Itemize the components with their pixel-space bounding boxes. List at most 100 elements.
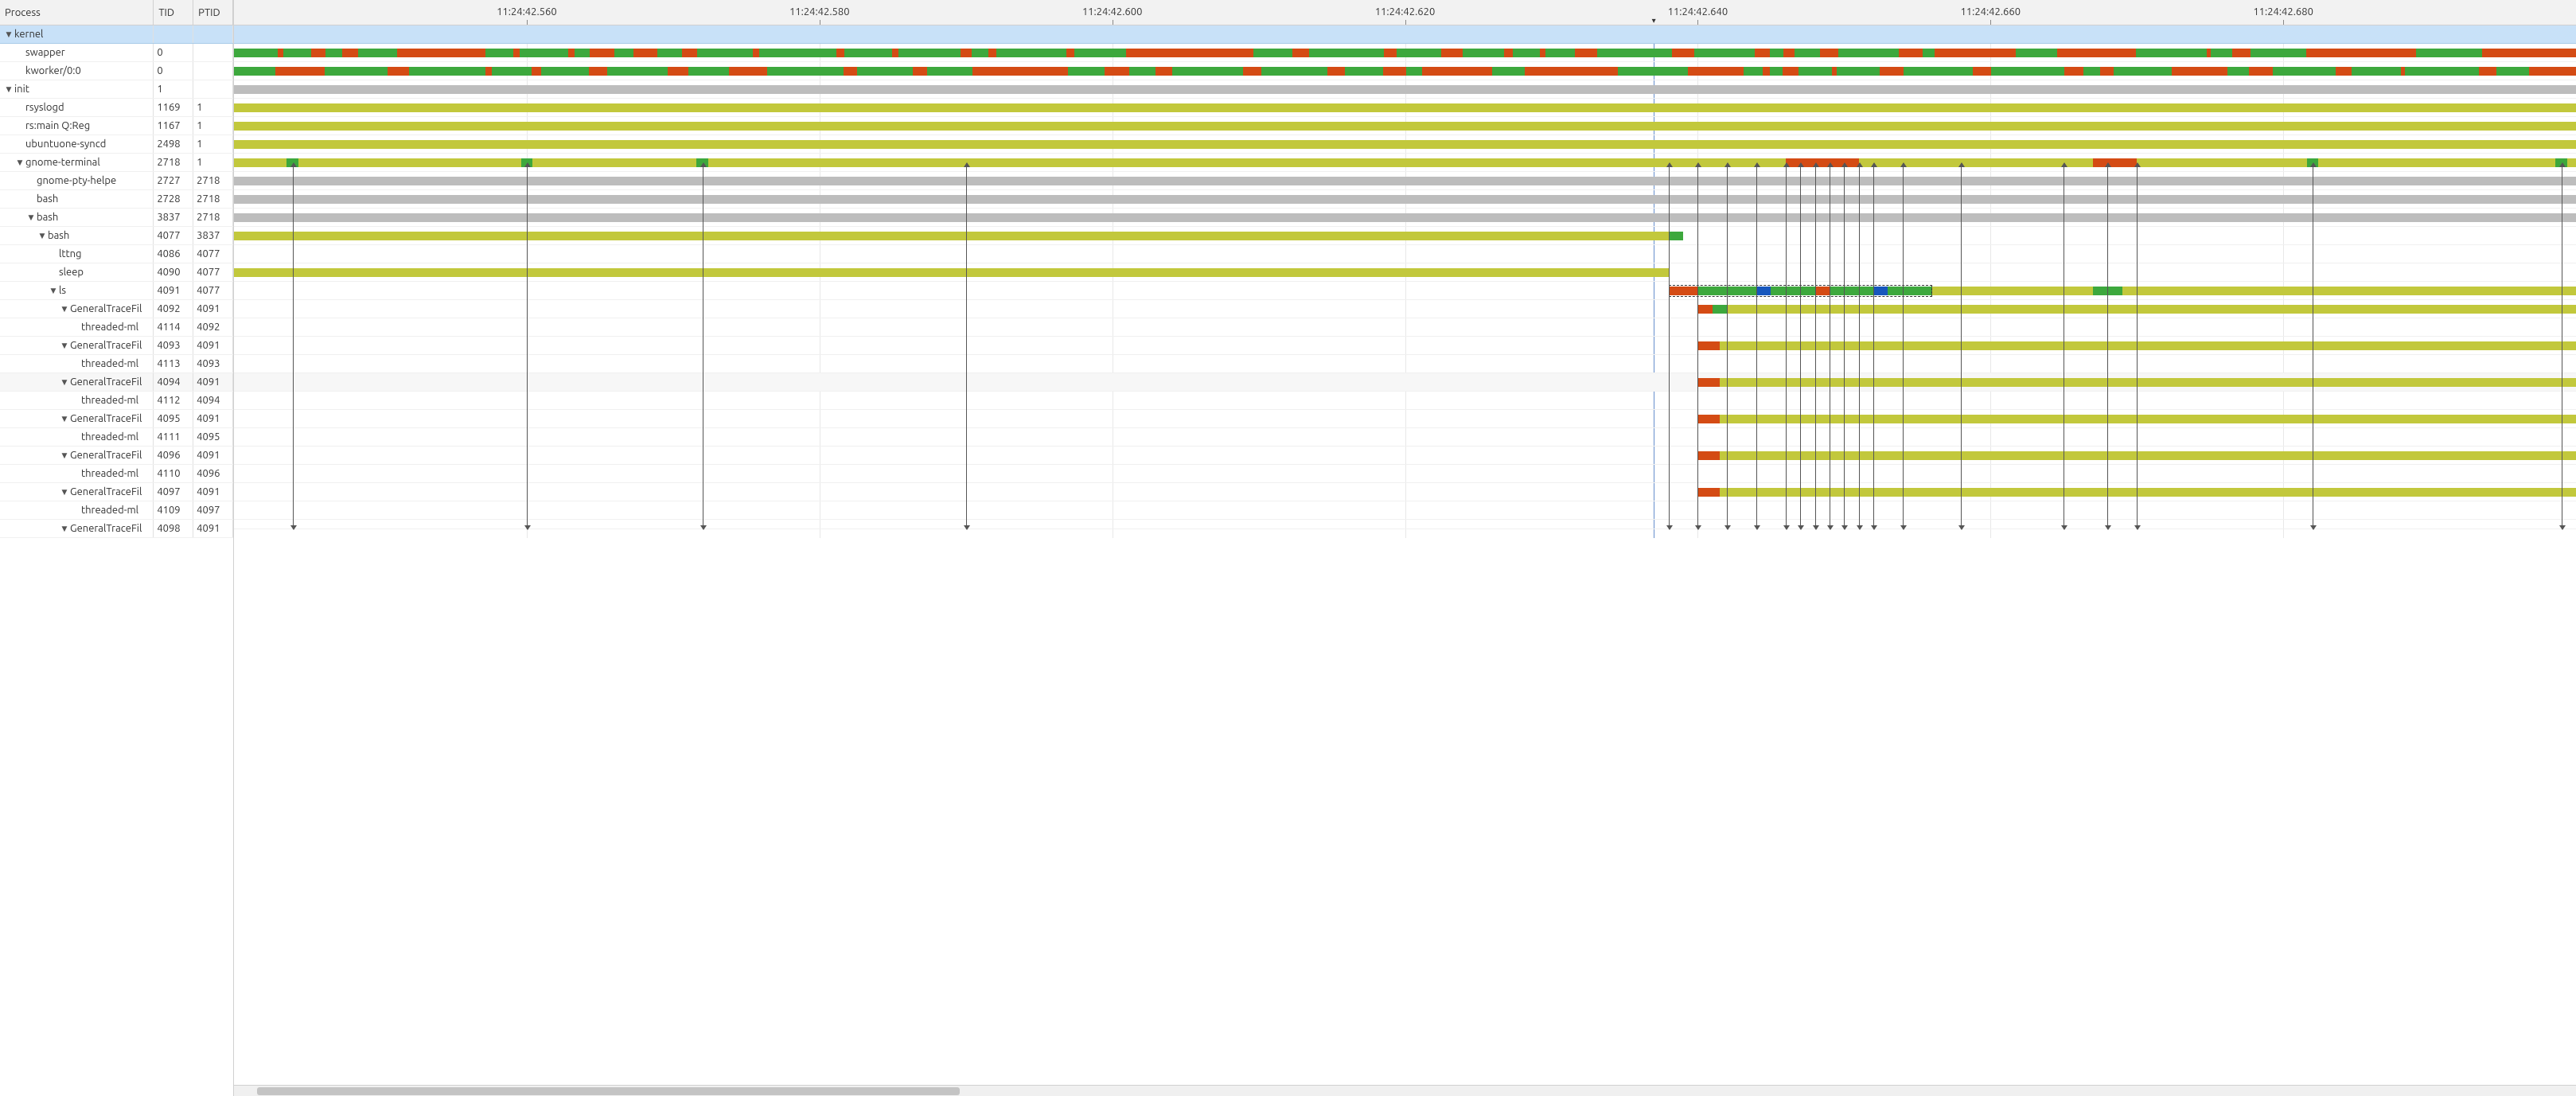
state-segment[interactable] [972, 49, 988, 57]
state-segment[interactable] [325, 49, 342, 57]
process-row[interactable]: rs:main Q:Reg11671 [0, 117, 233, 135]
state-segment[interactable] [898, 49, 961, 57]
state-segment[interactable] [697, 49, 753, 57]
timeline-row[interactable] [234, 483, 2576, 501]
state-segment[interactable] [1697, 451, 1720, 460]
state-segment[interactable] [688, 67, 729, 76]
state-segment[interactable] [857, 67, 913, 76]
state-segment[interactable] [1463, 49, 1504, 57]
state-segment[interactable] [2555, 158, 2567, 167]
state-segment[interactable] [358, 49, 397, 57]
process-row[interactable]: ▼ls40914077 [0, 282, 233, 300]
state-segment[interactable] [1172, 67, 1243, 76]
state-segment[interactable] [2136, 49, 2207, 57]
state-segment[interactable] [234, 158, 2576, 167]
timeline-row[interactable] [234, 135, 2576, 154]
state-segment[interactable] [1720, 378, 2576, 387]
state-segment[interactable] [2211, 49, 2232, 57]
state-segment[interactable] [2405, 67, 2479, 76]
process-row[interactable]: threaded-ml41134093 [0, 355, 233, 373]
state-segment[interactable] [1713, 305, 1727, 314]
state-segment[interactable] [1837, 67, 1880, 76]
state-segment[interactable] [1770, 49, 1783, 57]
process-row[interactable]: ▼bash40773837 [0, 227, 233, 245]
state-segment[interactable] [1397, 49, 1441, 57]
process-row[interactable]: sleep40904077 [0, 263, 233, 282]
state-segment[interactable] [1795, 49, 1821, 57]
state-segment[interactable] [1923, 49, 1935, 57]
state-segment[interactable] [409, 67, 485, 76]
process-row[interactable]: ▼GeneralTraceFil40924091 [0, 300, 233, 318]
state-segment[interactable] [2307, 158, 2319, 167]
column-header-ptid[interactable]: PTID [193, 0, 233, 25]
process-row[interactable]: threaded-ml41114095 [0, 428, 233, 447]
timeline-row[interactable] [234, 392, 2576, 410]
state-segment[interactable] [844, 49, 892, 57]
timeline-row[interactable] [234, 410, 2576, 428]
state-segment[interactable] [1697, 488, 1720, 497]
process-row[interactable]: kworker/0:00 [0, 62, 233, 80]
state-segment[interactable] [2416, 49, 2482, 57]
process-row[interactable]: ▼GeneralTraceFil40944091 [0, 373, 233, 392]
state-segment[interactable] [1697, 415, 1720, 423]
process-tree-pane[interactable]: Process TID PTID ▼kernelswapper0kworker/… [0, 0, 234, 1096]
process-row[interactable]: ▼GeneralTraceFil40984091 [0, 520, 233, 538]
collapse-icon[interactable]: ▼ [60, 415, 68, 423]
collapse-icon[interactable]: ▼ [5, 85, 13, 94]
state-segment[interactable] [283, 49, 311, 57]
timeline-row[interactable] [234, 245, 2576, 263]
state-segment[interactable] [1786, 158, 1859, 167]
timeline-body[interactable] [234, 25, 2576, 538]
state-segment[interactable] [234, 67, 275, 76]
state-segment[interactable] [2273, 67, 2336, 76]
tree-body[interactable]: ▼kernelswapper0kworker/0:00▼init1rsyslog… [0, 25, 233, 538]
timeline-row[interactable] [234, 520, 2576, 529]
process-row[interactable]: ▼init1 [0, 80, 233, 99]
state-segment[interactable] [2251, 49, 2305, 57]
state-segment[interactable] [286, 158, 298, 167]
timeline-row[interactable] [234, 282, 2576, 300]
process-row[interactable]: ▼GeneralTraceFil40974091 [0, 483, 233, 501]
state-segment[interactable] [325, 67, 388, 76]
state-segment[interactable] [234, 195, 2576, 204]
state-segment[interactable] [485, 49, 512, 57]
timeline-row[interactable] [234, 337, 2576, 355]
scrollbar-thumb[interactable] [257, 1087, 960, 1095]
collapse-icon[interactable]: ▼ [60, 488, 68, 497]
process-row[interactable]: swapper0 [0, 44, 233, 62]
state-segment[interactable] [1770, 67, 1783, 76]
process-row[interactable]: ▼gnome-terminal27181 [0, 154, 233, 172]
state-segment[interactable] [2496, 67, 2530, 76]
state-segment[interactable] [2352, 67, 2401, 76]
process-group-row[interactable]: ▼kernel [0, 25, 233, 44]
state-segment[interactable] [1720, 451, 2576, 460]
timeline-row[interactable] [234, 465, 2576, 483]
process-row[interactable]: gnome-pty-helpe27272718 [0, 172, 233, 190]
timeline-row[interactable] [234, 355, 2576, 373]
state-segment[interactable] [575, 49, 590, 57]
timeline-row[interactable] [234, 373, 2576, 392]
state-segment[interactable] [1618, 67, 1688, 76]
collapse-icon[interactable]: ▼ [38, 232, 46, 240]
collapse-icon[interactable]: ▼ [60, 451, 68, 460]
collapse-icon[interactable]: ▼ [27, 213, 35, 222]
state-segment[interactable] [234, 232, 1669, 240]
collapse-icon[interactable]: ▼ [60, 378, 68, 387]
timeline-row[interactable] [234, 428, 2576, 447]
state-segment[interactable] [657, 49, 681, 57]
process-row[interactable]: ▼bash38372718 [0, 209, 233, 227]
state-segment[interactable] [2093, 287, 2122, 295]
timeline-row[interactable] [234, 209, 2576, 227]
state-segment[interactable] [696, 158, 708, 167]
timeline-row[interactable] [234, 99, 2576, 117]
state-segment[interactable] [1261, 67, 1327, 76]
horizontal-scrollbar[interactable] [234, 1085, 2576, 1096]
state-segment[interactable] [767, 67, 844, 76]
state-segment[interactable] [1345, 67, 1383, 76]
state-segment[interactable] [1904, 67, 1973, 76]
timeline-pane[interactable]: 11:24:42.56011:24:42.58011:24:42.60011:2… [234, 0, 2576, 1096]
state-segment[interactable] [1720, 488, 2576, 497]
timeline-row[interactable] [234, 25, 2576, 44]
state-segment[interactable] [1932, 287, 2576, 295]
state-segment[interactable] [2227, 67, 2249, 76]
